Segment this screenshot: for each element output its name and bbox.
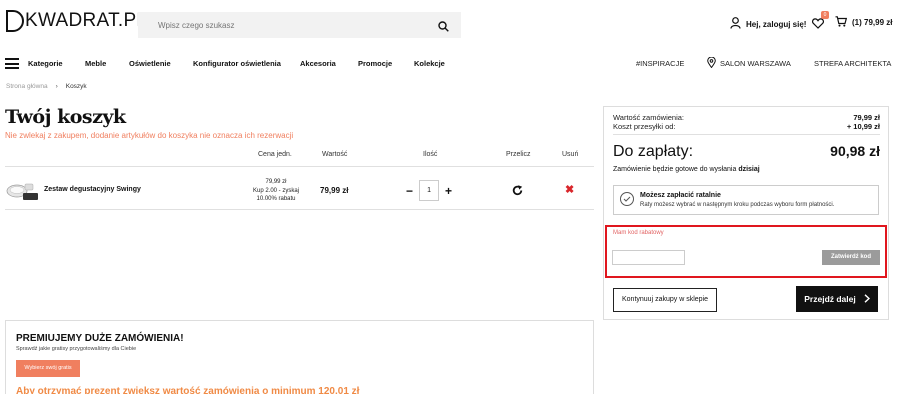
continue-shopping-button[interactable]: Kontynuuj zakupy w sklepie bbox=[613, 288, 717, 312]
apply-coupon-button[interactable]: Zatwierdź kod bbox=[822, 250, 880, 265]
installments-title: Możesz zapłacić ratalnie bbox=[640, 192, 721, 199]
product-name[interactable]: Zestaw degustacyjny Swingy bbox=[44, 186, 141, 193]
divider bbox=[5, 166, 594, 167]
cart-icon bbox=[835, 16, 848, 29]
divider bbox=[5, 209, 594, 210]
promo-subtitle: Sprawdź jakie gratisy przygotowaliśmy dl… bbox=[16, 346, 137, 352]
divider bbox=[613, 134, 880, 135]
discount-line-2: 10.00% rabatu bbox=[256, 196, 296, 202]
logo-text: KWADRAT.PL bbox=[25, 10, 148, 31]
unit-price: 79,99 zł bbox=[265, 179, 287, 185]
nav-link-salon[interactable]: SALON WARSZAWA bbox=[707, 56, 791, 70]
order-value: 79,99 zł bbox=[853, 113, 880, 122]
unit-price-cell: 79,99 zł Kup 2.00 - zyskaj 10.00% rabatu bbox=[244, 178, 308, 204]
to-pay-value: 90,98 zł bbox=[830, 143, 880, 159]
item-value: 79,99 zł bbox=[320, 186, 349, 195]
installments-subtitle: Raty możesz wybrać w następnym kroku pod… bbox=[640, 202, 835, 208]
promo-title: PREMIUJEMY DUŻE ZAMÓWIENIA! bbox=[16, 333, 184, 344]
promo-goal-text: Aby otrzymać prezent zwiększ wartość zam… bbox=[16, 386, 360, 394]
remove-item-icon[interactable]: ✖ bbox=[565, 183, 574, 196]
nav-item-akcesoria[interactable]: Akcesoria bbox=[300, 59, 336, 68]
breadcrumb: Strona główna › Koszyk bbox=[6, 83, 87, 90]
nav-item-meble[interactable]: Meble bbox=[85, 59, 106, 68]
menu-hamburger-icon[interactable] bbox=[5, 58, 19, 69]
col-remove: Usuń bbox=[562, 151, 579, 158]
cart-label: (1) 79,99 zł bbox=[852, 18, 893, 27]
qty-input[interactable]: 1 bbox=[419, 180, 440, 201]
qty-plus-button[interactable]: + bbox=[445, 184, 452, 198]
nav-link-strefa-architekta[interactable]: STREFA ARCHITEKTA bbox=[814, 59, 891, 68]
proceed-button[interactable]: Przejdź dalej bbox=[796, 286, 878, 312]
quantity-stepper: − 1 + bbox=[406, 180, 452, 201]
wishlist-button[interactable]: 0 bbox=[812, 11, 829, 34]
col-unit-price: Cena jedn. bbox=[258, 151, 292, 158]
discount-line-1: Kup 2.00 - zyskaj bbox=[252, 187, 300, 194]
chevron-right-icon bbox=[864, 293, 870, 305]
choose-gift-button[interactable]: Wybierz swój gratis bbox=[16, 360, 80, 377]
nav-item-konfigurator[interactable]: Konfigurator oświetlenia bbox=[193, 59, 281, 68]
reservation-notice: Nie zwlekaj z zakupem, dodanie artykułów… bbox=[5, 131, 294, 140]
login-label: Hej, zaloguj się! bbox=[746, 19, 807, 29]
nav-link-salon-label: SALON WARSZAWA bbox=[720, 59, 791, 68]
installments-icon bbox=[620, 192, 634, 206]
logo-mark bbox=[6, 10, 24, 32]
col-value: Wartość bbox=[322, 151, 348, 158]
ready-info: Zamówienie będzie gotowe do wysłania dzi… bbox=[613, 166, 760, 173]
cart-button[interactable]: (1) 79,99 zł bbox=[835, 16, 892, 29]
coupon-label[interactable]: Mam kod rabatowy bbox=[613, 230, 664, 236]
nav-item-kolekcje[interactable]: Kolekcje bbox=[414, 59, 445, 68]
proceed-label: Przejdź dalej bbox=[804, 294, 856, 304]
shipping-value: + 10,99 zł bbox=[846, 122, 880, 131]
search-icon[interactable] bbox=[438, 19, 449, 37]
nav-item-oswietlenie[interactable]: Oświetlenie bbox=[129, 59, 171, 68]
page-title: Twój koszyk bbox=[5, 106, 126, 128]
nav-link-inspiracje[interactable]: #INSPIRACJE bbox=[636, 59, 684, 68]
qty-minus-button[interactable]: − bbox=[406, 184, 413, 198]
user-icon bbox=[730, 17, 741, 31]
order-value-label: Wartość zamówienia: bbox=[613, 113, 684, 122]
refresh-icon[interactable] bbox=[512, 183, 523, 201]
installments-box[interactable] bbox=[613, 185, 879, 215]
search-bar[interactable] bbox=[138, 12, 461, 38]
product-image[interactable] bbox=[5, 180, 39, 202]
search-input[interactable] bbox=[158, 20, 428, 30]
coupon-input[interactable] bbox=[612, 250, 685, 265]
breadcrumb-current: Koszyk bbox=[65, 83, 87, 90]
breadcrumb-home[interactable]: Strona główna bbox=[6, 83, 48, 90]
shipping-label: Koszt przesyłki od: bbox=[613, 122, 676, 131]
login-link[interactable]: Hej, zaloguj się! bbox=[730, 17, 806, 31]
wishlist-count-badge: 0 bbox=[821, 11, 829, 19]
nav-item-kategorie[interactable]: Kategorie bbox=[28, 59, 63, 68]
ready-when: dzisiaj bbox=[738, 166, 760, 173]
promo-panel bbox=[5, 320, 594, 394]
col-qty: Ilość bbox=[423, 151, 438, 158]
nav-item-promocje[interactable]: Promocje bbox=[358, 59, 392, 68]
col-recalc: Przelicz bbox=[506, 151, 531, 158]
to-pay-label: Do zapłaty: bbox=[613, 143, 694, 160]
chevron-right-icon: › bbox=[55, 83, 58, 90]
location-pin-icon bbox=[707, 56, 716, 70]
site-logo[interactable]: KWADRAT.PL bbox=[6, 10, 147, 32]
ready-prefix: Zamówienie będzie gotowe do wysłania bbox=[613, 166, 737, 173]
